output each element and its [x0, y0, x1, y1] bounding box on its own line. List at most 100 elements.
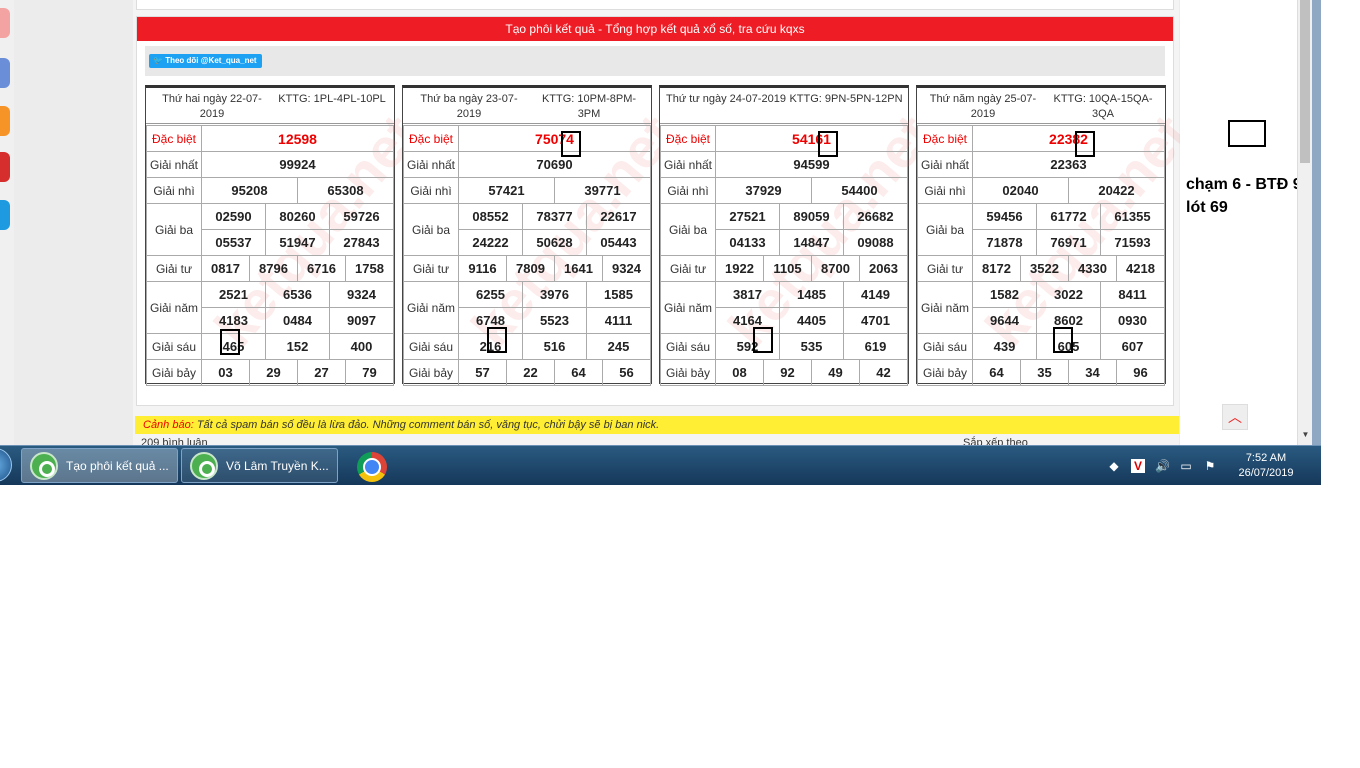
prize-second-value: 20422 [1068, 178, 1164, 203]
prize-label-fifth: Giải năm [403, 281, 459, 334]
scrollbar-thumb[interactable] [1300, 0, 1310, 163]
prize-second-value: 39771 [554, 178, 650, 203]
top-box [136, 0, 1174, 10]
taskbar-item-label: Võ Lâm Truyền K... [226, 459, 329, 473]
prize-label-first: Giải nhất [403, 151, 459, 178]
special-prize-value: 75074 [458, 125, 651, 152]
prize-third-value: 24222 [472, 235, 509, 250]
prize-label-first: Giải nhất [146, 151, 202, 178]
highlight-box [1075, 131, 1095, 157]
prize-seventh-value: 27 [297, 360, 345, 385]
prize-third-value: 04133 [729, 235, 766, 250]
share-icon-4[interactable] [0, 152, 10, 182]
clock-date: 26/07/2019 [1238, 467, 1294, 479]
vietkey-icon[interactable]: V [1131, 459, 1145, 473]
prize-third-value: 02590 [215, 209, 252, 224]
prize-fifth-value: 0484 [265, 308, 329, 333]
system-clock[interactable]: 7:52 AM 26/07/2019 [1226, 451, 1306, 481]
share-icon-1[interactable] [0, 8, 10, 38]
prize-third-value: 80260 [265, 204, 329, 229]
taskbar: Tạo phôi kết quả ... Võ Lâm Truyền K... … [0, 445, 1321, 485]
taskbar-item-ketqua[interactable]: Tạo phôi kết quả ... [21, 448, 178, 483]
network-icon[interactable]: ◆ [1107, 459, 1121, 473]
prize-seventh-value: 42 [859, 360, 907, 385]
prize-third-value: 59456 [986, 209, 1023, 224]
card-header: Thứ ba ngày 23-07-2019 KTTG: 10PM-8PM-3PM [403, 88, 651, 124]
prize-second-value: 65308 [297, 178, 393, 203]
share-icon-5[interactable] [0, 200, 10, 230]
card-header: Thứ năm ngày 25-07-2019 KTTG: 10QA-15QA-3… [917, 88, 1165, 124]
prize-fourth-value: 0817 [211, 261, 240, 276]
prize-seventh-value: 08 [732, 365, 747, 380]
first-prize-value: 22363 [972, 151, 1165, 178]
prize-fifth-value: 5523 [522, 308, 586, 333]
prize-third-value: 27521 [729, 209, 766, 224]
volume-icon[interactable]: 🔊 [1155, 459, 1170, 473]
prize-third-value: 08552 [472, 209, 509, 224]
prize-seventh-value: 96 [1116, 360, 1164, 385]
prize-third-value: 50628 [522, 230, 586, 255]
warning-bar: Cảnh báo: Tất cả spam bán số đều là lừa … [135, 416, 1179, 434]
prize-label-third: Giải ba [146, 203, 202, 256]
prize-label-seventh: Giải bảy [146, 359, 202, 386]
scroll-top-button[interactable]: ︿ [1222, 404, 1248, 430]
twitter-follow-button[interactable]: 🐦 Theo dõi @Ket_qua_net [149, 54, 262, 68]
chrome-icon[interactable] [357, 452, 387, 482]
prize-fifth-value: 9097 [329, 308, 393, 333]
prize-label-third: Giải ba [917, 203, 973, 256]
prize-seventh-value: 34 [1068, 360, 1116, 385]
special-prize-value: 22382 [972, 125, 1165, 152]
start-button[interactable] [0, 448, 12, 482]
prize-third-value: 51947 [265, 230, 329, 255]
page-banner: Tạo phôi kết quả - Tổng hợp kết quả xổ s… [137, 17, 1173, 41]
highlight-box [1053, 327, 1073, 353]
prize-label-second: Giải nhì [660, 177, 716, 204]
follow-button-label: Theo dõi @Ket_qua_net [165, 56, 257, 65]
prize-fourth-value: 1758 [345, 256, 393, 281]
first-prize-value: 94599 [715, 151, 908, 178]
scroll-down-arrow-icon[interactable]: ▼ [1298, 430, 1313, 442]
prize-third-value: 27843 [329, 230, 393, 255]
prize-second-value: 95208 [231, 183, 268, 198]
prize-seventh-value: 57 [475, 365, 490, 380]
prize-third-value: 09088 [843, 230, 907, 255]
prize-fourth-value: 9116 [468, 261, 497, 276]
flag-icon[interactable]: ⚑ [1203, 459, 1217, 473]
prize-label-sixth: Giải sáu [146, 333, 202, 360]
draw-kttg: KTTG: 10PM-8PM-3PM [541, 93, 637, 120]
share-icon-2[interactable] [0, 58, 10, 88]
highlight-box [220, 329, 240, 355]
prize-fifth-value: 3817 [733, 287, 762, 302]
highlight-box [818, 131, 838, 157]
prize-sixth-value: 152 [265, 334, 329, 359]
prize-label-special: Đặc biệt [146, 125, 202, 152]
display-icon[interactable]: ▭ [1179, 459, 1193, 473]
prize-label-special: Đặc biệt [917, 125, 973, 152]
vertical-scrollbar[interactable]: ▼ [1297, 0, 1312, 445]
special-prize-value: 54161 [715, 125, 908, 152]
prize-fifth-value: 4405 [779, 308, 843, 333]
highlight-box [753, 327, 773, 353]
prize-fourth-value: 1105 [763, 256, 811, 281]
prize-fifth-value: 8411 [1100, 282, 1164, 307]
chevron-up-icon: ︿ [1228, 409, 1242, 425]
taskbar-item-volam[interactable]: Võ Lâm Truyền K... [181, 448, 338, 483]
prize-second-value: 37929 [745, 183, 782, 198]
prize-sixth-value: 535 [779, 334, 843, 359]
share-icon-3[interactable] [0, 106, 10, 136]
prize-seventh-value: 64 [989, 365, 1004, 380]
results-table: Đặc biệt 54161 Giải nhất 94599 Giải nhì 37929… [660, 125, 908, 386]
prize-label-third: Giải ba [403, 203, 459, 256]
prize-third-value: 26682 [843, 204, 907, 229]
card-header: Thứ hai ngày 22-07-2019 KTTG: 1PL-4PL-10P… [146, 88, 394, 124]
prize-fourth-value: 8700 [811, 256, 859, 281]
first-prize-value: 70690 [458, 151, 651, 178]
prize-fourth-value: 8796 [249, 256, 297, 281]
prize-fourth-value: 4218 [1116, 256, 1164, 281]
prize-seventh-value: 49 [811, 360, 859, 385]
prize-third-value: 05443 [586, 230, 650, 255]
prize-seventh-value: 03 [218, 365, 233, 380]
prize-sixth-value: 619 [843, 334, 907, 359]
card-header: Thứ tư ngày 24-07-2019 KTTG: 9PN-5PN-12PN [660, 88, 908, 124]
prize-label-first: Giải nhất [917, 151, 973, 178]
